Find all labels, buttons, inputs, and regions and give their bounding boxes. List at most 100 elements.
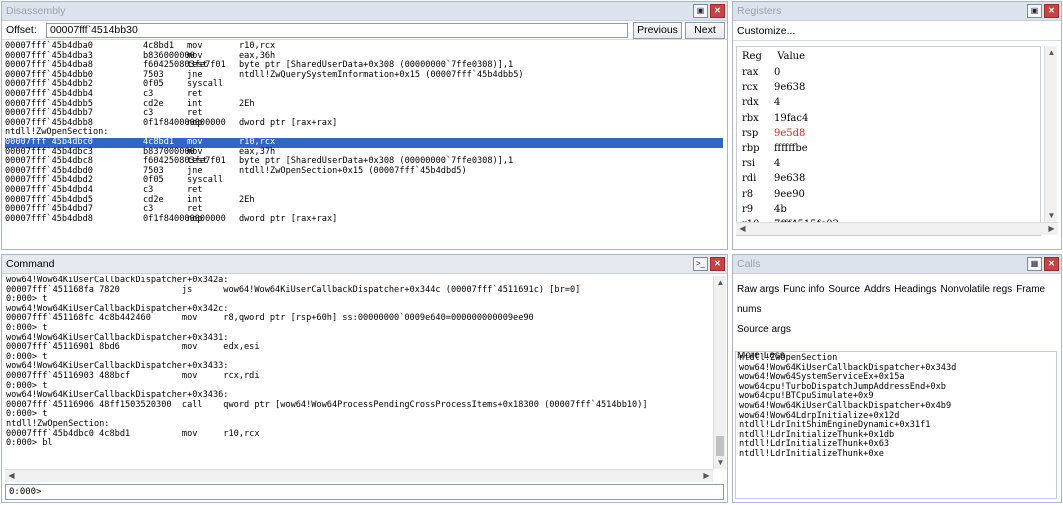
scroll-down-icon[interactable]: ▼ — [714, 458, 727, 467]
offset-bar: Offset: 00007fff`4514bb30 Previous Next — [2, 21, 727, 40]
disassembly-line[interactable]: 00007fff`45b4dbd5 cd2e int 2Eh — [5, 195, 723, 206]
column-value: Value — [777, 51, 806, 62]
register-row[interactable]: rdi 9e638 — [737, 171, 1040, 186]
register-name: rbx — [742, 112, 759, 124]
register-name: r8 — [742, 188, 754, 200]
instruction-operands: 2Eh — [239, 98, 255, 109]
calls-option-headings[interactable]: Headings — [894, 284, 936, 295]
register-value: ffffffbe — [774, 142, 808, 154]
command-window: Command >_ ✕ wow64!Wow64KiUserCallbackDi… — [1, 254, 728, 503]
scroll-down-icon[interactable]: ▼ — [1045, 211, 1058, 220]
disassembly-symbol-label: ntdll!ZwOpenSection: — [5, 127, 109, 138]
register-value: 9e638 — [774, 82, 806, 94]
register-value: 4 — [774, 97, 781, 109]
disassembly-line[interactable]: 00007fff`45b4dbb4 c3 ret — [5, 89, 723, 100]
disassembly-line[interactable]: 00007fff`45b4dbb2 0f05 syscall — [5, 80, 723, 90]
command-output-line: 0:000> bl — [6, 438, 53, 449]
registers-vertical-scrollbar[interactable]: ▲ ▼ — [1044, 46, 1057, 222]
call-stack-list[interactable]: ntdll!ZwOpenSection wow64!Wow64KiUserCall… — [735, 351, 1057, 499]
command-input[interactable]: 0:000> — [5, 484, 724, 500]
calls-option-addrs[interactable]: Addrs — [864, 284, 890, 295]
close-icon[interactable]: ✕ — [1044, 257, 1059, 271]
command-titlebar: Command >_ ✕ — [2, 255, 727, 274]
customize-button[interactable]: Customize... — [733, 21, 1061, 41]
register-row[interactable]: rdx 4 — [737, 95, 1040, 110]
calls-window-icon[interactable]: ▦ — [1027, 257, 1042, 271]
close-icon[interactable]: ✕ — [710, 257, 725, 271]
disassembly-line[interactable]: 00007fff`45b4dbd4 c3 ret — [5, 185, 723, 196]
register-row[interactable]: r8 9ee90 — [737, 187, 1040, 202]
register-name: rdi — [742, 173, 757, 185]
column-reg: Reg — [742, 51, 762, 62]
register-row[interactable]: rbp ffffffbe — [737, 141, 1040, 156]
register-name: rsi — [742, 158, 756, 170]
register-name: rcx — [742, 82, 759, 94]
command-output-line: 0:000> t — [6, 409, 48, 420]
register-row[interactable]: rax 0 — [737, 65, 1040, 80]
restore-icon[interactable]: ▣ — [693, 4, 708, 18]
next-button[interactable]: Next — [685, 22, 725, 39]
register-row[interactable]: rbx 19fac4 — [737, 111, 1040, 126]
close-icon[interactable]: ✕ — [1044, 4, 1059, 18]
register-list[interactable]: Reg Value rax 0 rcx 9e638 rdx 4 rbx 19fac4 rsp 9e… — [736, 46, 1041, 236]
disassembly-line[interactable]: 00007fff`45b4dbd7 c3 ret — [5, 204, 723, 215]
command-horizontal-scrollbar[interactable]: ◀ ▶ — [5, 469, 713, 482]
call-frame[interactable]: ntdll!LdrInitializeThunk+0xe — [739, 449, 1056, 460]
restore-icon[interactable]: ▣ — [1027, 4, 1042, 18]
register-value: 19fac4 — [774, 112, 809, 124]
scroll-right-icon[interactable]: ▶ — [700, 471, 713, 480]
command-output[interactable]: wow64!Wow64KiUserCallbackDispatcher+0x34… — [6, 276, 708, 471]
disassembly-line[interactable]: 00007fff`45b4dba0 4c8bd1 mov r10,rcx — [5, 41, 723, 52]
disassembly-line[interactable]: 00007fff`45b4dbd2 0f05 syscall — [5, 176, 723, 186]
disassembly-line[interactable]: 00007fff`45b4dbb5 cd2e int 2Eh — [5, 98, 723, 110]
scroll-up-icon[interactable]: ▲ — [1045, 48, 1058, 57]
instruction-operands: byte ptr [SharedUserData+0x308 (00000000… — [239, 156, 514, 167]
offset-label: Offset: — [6, 24, 37, 36]
offset-input[interactable]: 00007fff`4514bb30 — [46, 23, 628, 38]
disassembly-line[interactable]: 00007fff`45b4dbd8 0f1f840000000000nop dwo… — [5, 213, 723, 225]
calls-option-source[interactable]: Source — [828, 284, 860, 295]
scroll-up-icon[interactable]: ▲ — [714, 278, 727, 287]
register-row[interactable]: rsi 4 — [737, 156, 1040, 171]
register-name: rbp — [742, 142, 760, 154]
command-output-line: 00007fff`45116903 488bcf mov rcx,rdi — [6, 370, 260, 381]
instruction-operands: dword ptr [rax+rax] — [239, 117, 338, 128]
register-value: 0 — [774, 67, 781, 78]
command-prompt-icon[interactable]: >_ — [693, 257, 708, 271]
register-row[interactable]: r9 4b — [737, 202, 1040, 217]
registers-window: Registers ▣ ✕ Customize... Reg Value rax… — [732, 1, 1062, 250]
scroll-left-icon[interactable]: ◀ — [5, 471, 18, 480]
disassembly-line[interactable]: 00007fff`45b4dbc0 4c8bd1 mov r10,rcx — [5, 137, 723, 148]
instruction-bytes: 0f1f840000000000 — [143, 213, 226, 224]
register-name: rax — [742, 67, 759, 78]
close-icon[interactable]: ✕ — [710, 4, 725, 18]
command-output-line: 00007fff`451168fc 4c8b442460 mov r8,qwor… — [6, 313, 534, 324]
calls-option-func-info[interactable]: Func info — [783, 284, 824, 295]
command-vertical-scrollbar[interactable]: ▲ ▼ — [713, 276, 726, 469]
registers-titlebar: Registers ▣ ✕ — [733, 2, 1061, 21]
command-prompt: 0:000> — [9, 487, 42, 497]
calls-option-nonvolatile-regs[interactable]: Nonvolatile regs — [940, 284, 1012, 295]
instruction-operands: r10,rcx — [239, 41, 276, 51]
registers-horizontal-scrollbar[interactable]: ◀ ▶ — [736, 222, 1058, 235]
previous-button[interactable]: Previous — [633, 22, 682, 39]
scroll-thumb[interactable] — [716, 436, 724, 456]
scroll-right-icon[interactable]: ▶ — [1045, 224, 1058, 233]
disassembly-window: Disassembly ▣ ✕ Offset: 00007fff`4514bb3… — [1, 1, 728, 250]
scroll-left-icon[interactable]: ◀ — [736, 224, 749, 233]
disassembly-line[interactable]: 00007fff`45b4dbb0 7503 jne ntdll!ZwQuerySy… — [5, 70, 723, 81]
calls-option-raw-args[interactable]: Raw args — [737, 284, 779, 295]
instruction-mnemonic: nop — [187, 213, 203, 224]
command-output-line: 00007fff`45116906 48ff1503520300 call qw… — [6, 399, 648, 410]
calls-titlebar: Calls ▦ ✕ — [733, 255, 1061, 274]
disassembly-line[interactable]: 00007fff`45b4dbd0 7503 jne ntdll!ZwOpenSec… — [5, 166, 723, 177]
register-name: rsp — [742, 127, 759, 139]
disassembly-listing[interactable]: 00007fff`45b4dba0 4c8bd1 mov r10,rcx 00007f… — [5, 41, 723, 225]
disassembly-line[interactable]: 00007fff`45b4dbb7 c3 ret — [5, 109, 723, 119]
register-value: 4 — [774, 158, 781, 170]
command-title: Command — [6, 258, 55, 270]
register-row[interactable]: rsp 9e5d8 — [737, 126, 1040, 141]
disassembly-line[interactable]: 00007fff`45b4dbb8 0f1f840000000000nop dwo… — [5, 117, 723, 129]
calls-option-source-args[interactable]: Source args — [737, 324, 791, 335]
register-row[interactable]: rcx 9e638 — [737, 80, 1040, 95]
